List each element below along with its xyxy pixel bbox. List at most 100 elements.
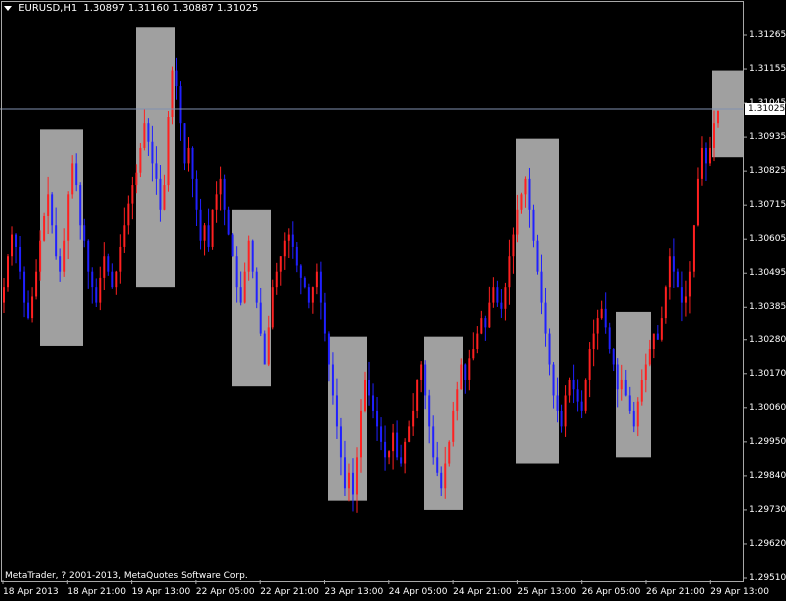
price-label: 1.30280 — [749, 334, 786, 345]
time-label: 24 Apr 21:00 — [453, 587, 512, 597]
time-label: 23 Apr 13:00 — [324, 587, 384, 597]
candle-body — [23, 271, 26, 303]
plot-border — [1, 1, 744, 582]
candle-body — [556, 395, 559, 411]
candle-body — [299, 265, 302, 278]
candle-body — [271, 287, 274, 328]
candle-body — [700, 147, 703, 179]
dropdown-arrow-icon[interactable] — [4, 5, 12, 11]
candle-body — [496, 287, 499, 303]
candle-body — [291, 234, 294, 247]
candle-body — [295, 246, 298, 266]
candle-body — [203, 225, 206, 241]
candle-body — [612, 349, 615, 365]
candle-body — [251, 240, 254, 272]
candle-body — [408, 426, 411, 442]
price-label: 1.31155 — [749, 64, 786, 75]
candles — [3, 57, 719, 513]
candle-body — [171, 70, 174, 117]
candle-body — [219, 178, 222, 195]
candle-body — [347, 472, 350, 489]
candle-body — [396, 432, 399, 458]
candle-body — [664, 287, 667, 319]
price-label: 1.29730 — [749, 504, 786, 515]
candle-body — [448, 441, 451, 464]
candle-body — [620, 379, 623, 390]
candle-body — [303, 277, 306, 288]
chart-window[interactable]: EURUSD,H1 1.30897 1.31160 1.30887 1.3102… — [0, 0, 786, 601]
candle-body — [692, 225, 695, 272]
price-chart[interactable] — [0, 0, 786, 601]
candle-body — [263, 333, 266, 365]
candle-body — [580, 401, 583, 411]
shaded-zone — [712, 70, 743, 158]
candle-body — [115, 271, 118, 288]
candle-body — [151, 141, 154, 164]
symbol-label: EURUSD,H1 — [18, 3, 78, 14]
shaded-zone — [516, 138, 559, 464]
candle-body — [644, 364, 647, 380]
price-label: 1.30385 — [749, 302, 786, 313]
candle-body — [315, 271, 318, 288]
candle-body — [67, 194, 70, 241]
candle-body — [452, 410, 455, 442]
candle-body — [51, 194, 54, 226]
time-label: 22 Apr 21:00 — [260, 587, 319, 597]
candle-body — [436, 457, 439, 473]
candle-body — [59, 256, 62, 272]
time-label: 18 Apr 2013 — [3, 587, 59, 597]
candle-body — [592, 333, 595, 350]
candle-body — [99, 277, 102, 303]
candle-body — [75, 163, 78, 186]
candle-body — [223, 178, 226, 210]
time-label: 26 Apr 05:00 — [581, 587, 641, 597]
candle-body — [468, 358, 471, 380]
price-label: 1.30495 — [749, 268, 786, 279]
candle-body — [552, 364, 555, 396]
candle-body — [660, 318, 663, 340]
candle-body — [287, 234, 290, 241]
candle-body — [484, 318, 487, 328]
candle-body — [15, 234, 18, 247]
candle-body — [672, 256, 675, 272]
candle-body — [384, 441, 387, 458]
candle-body — [127, 203, 130, 226]
candle-body — [339, 426, 342, 458]
price-label: 1.29510 — [749, 573, 786, 583]
candle-body — [524, 178, 527, 195]
candle-body — [211, 209, 214, 247]
candle-body — [636, 401, 639, 427]
candle-body — [111, 271, 114, 288]
candle-body — [207, 225, 210, 247]
candle-body — [31, 296, 34, 319]
time-label: 29 Apr 13:00 — [710, 587, 769, 597]
candle-body — [456, 389, 459, 411]
candle-body — [191, 147, 194, 179]
candle-body — [568, 379, 571, 396]
shaded-zones — [40, 27, 743, 510]
candle-body — [688, 271, 691, 297]
candle-body — [588, 349, 591, 380]
candle-body — [27, 302, 30, 319]
candle-body — [500, 302, 503, 309]
candle-body — [123, 225, 126, 247]
time-label: 25 Apr 13:00 — [517, 587, 577, 597]
candle-body — [231, 234, 234, 257]
candle-body — [392, 432, 395, 452]
candle-body — [572, 379, 575, 390]
price-label: 1.30825 — [749, 166, 786, 177]
time-label: 22 Apr 05:00 — [195, 587, 255, 597]
candle-body — [275, 271, 278, 288]
candle-body — [43, 216, 46, 241]
candle-body — [676, 271, 679, 288]
candle-body — [239, 287, 242, 303]
candle-body — [717, 110, 719, 124]
candle-body — [83, 225, 86, 241]
chart-header: EURUSD,H1 1.30897 1.31160 1.30887 1.3102… — [4, 3, 258, 14]
candle-body — [319, 271, 322, 303]
price-label: 1.29840 — [749, 470, 786, 481]
candle-body — [440, 472, 443, 489]
candle-body — [632, 410, 635, 427]
price-label: 1.30170 — [749, 368, 786, 379]
candle-body — [131, 185, 134, 204]
